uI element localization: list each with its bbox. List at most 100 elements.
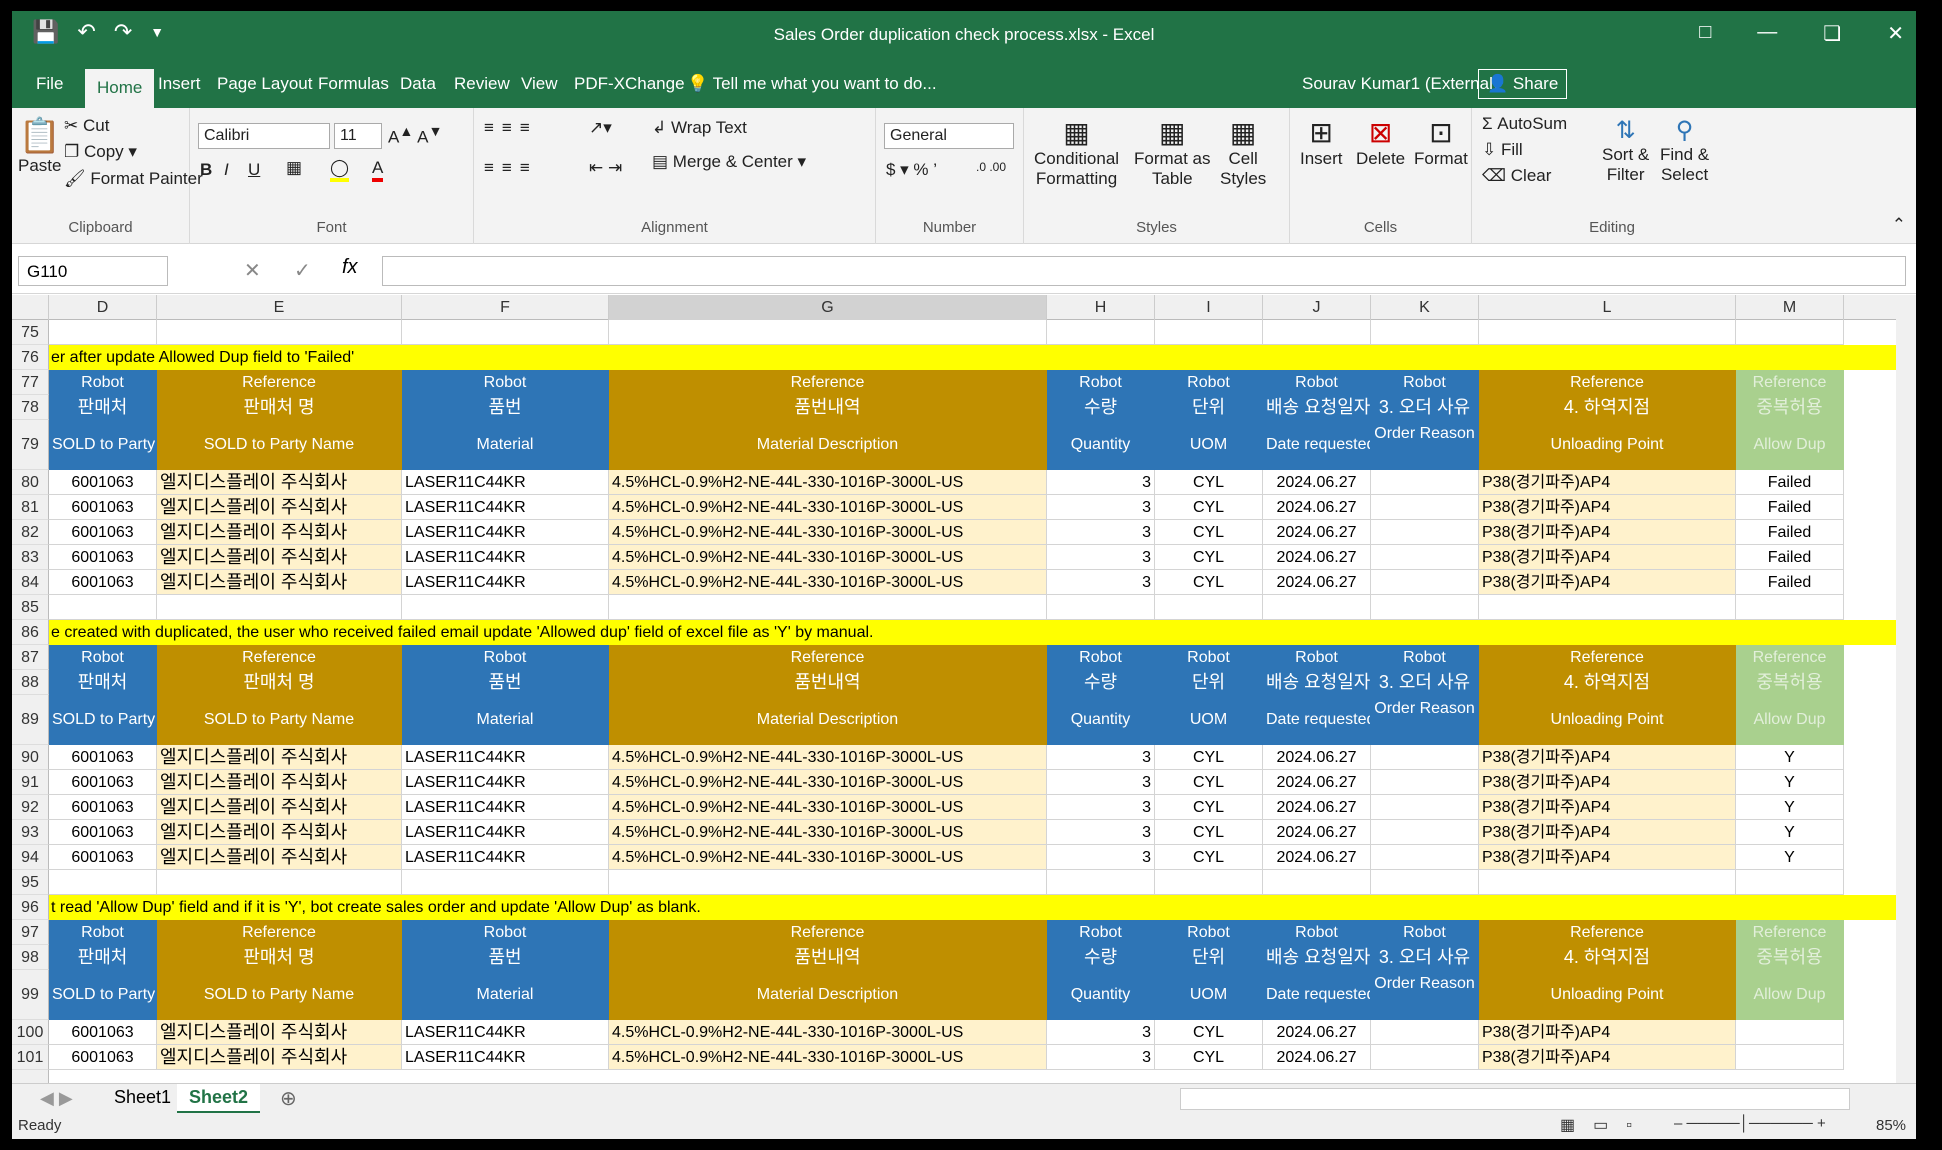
- data-cell[interactable]: 6001063: [49, 470, 157, 495]
- row-header[interactable]: 97: [12, 920, 49, 945]
- data-cell[interactable]: [1371, 545, 1479, 570]
- ribbon-display-icon[interactable]: □: [1699, 21, 1711, 46]
- data-cell[interactable]: 4.5%HCL-0.9%H2-NE-44L-330-1016P-3000L-US: [609, 770, 1047, 795]
- data-cell[interactable]: LASER11C44KR: [402, 470, 609, 495]
- cell[interactable]: [1479, 870, 1736, 895]
- format-cells-button[interactable]: ⊡ Format: [1414, 116, 1468, 169]
- data-cell[interactable]: [1371, 495, 1479, 520]
- header-cell[interactable]: Unloading Point: [1479, 970, 1736, 1020]
- tab-home[interactable]: Home: [85, 69, 155, 108]
- data-cell[interactable]: CYL: [1155, 570, 1263, 595]
- underline-icon[interactable]: U: [248, 160, 260, 180]
- font-name-select[interactable]: Calibri: [198, 123, 330, 149]
- sort-filter-button[interactable]: ⇅ Sort & Filter: [1602, 116, 1649, 185]
- data-cell[interactable]: 3: [1047, 845, 1155, 870]
- cell[interactable]: [1155, 320, 1263, 345]
- header-cell[interactable]: SOLD to Party Name: [157, 970, 402, 1020]
- data-cell[interactable]: 6001063: [49, 520, 157, 545]
- header-cell[interactable]: Reference: [157, 370, 402, 395]
- row-header[interactable]: 75: [12, 320, 49, 345]
- data-cell[interactable]: CYL: [1155, 1045, 1263, 1070]
- cut-button[interactable]: ✂ Cut: [64, 116, 109, 136]
- tab-view[interactable]: View: [521, 74, 558, 94]
- row-header[interactable]: 92: [12, 795, 49, 820]
- cell[interactable]: [402, 595, 609, 620]
- cell[interactable]: [1047, 595, 1155, 620]
- header-cell[interactable]: Reference: [1736, 920, 1844, 945]
- data-cell[interactable]: [1736, 1020, 1844, 1045]
- header-cell[interactable]: Robot: [1155, 645, 1263, 670]
- data-cell[interactable]: P38(경기파주)AP4: [1479, 795, 1736, 820]
- cell-styles-button[interactable]: ▦ Cell Styles: [1220, 116, 1266, 189]
- header-cell[interactable]: Quantity: [1047, 695, 1155, 745]
- header-cell[interactable]: Date requested: [1263, 695, 1371, 745]
- data-cell[interactable]: 3: [1047, 520, 1155, 545]
- header-cell[interactable]: 판매처 명: [157, 670, 402, 695]
- column-header[interactable]: G: [609, 295, 1047, 320]
- share-button[interactable]: 👤 Share: [1478, 69, 1568, 99]
- row-header[interactable]: 85: [12, 595, 49, 620]
- cell[interactable]: [609, 320, 1047, 345]
- data-cell[interactable]: 2024.06.27: [1263, 1020, 1371, 1045]
- zoom-slider[interactable]: – ─────│────── +: [1674, 1115, 1826, 1132]
- header-cell[interactable]: Material Description: [609, 420, 1047, 470]
- find-select-button[interactable]: ⚲ Find & Select: [1660, 116, 1709, 185]
- data-cell[interactable]: 엘지디스플레이 주식회사: [157, 470, 402, 495]
- data-cell[interactable]: 엘지디스플레이 주식회사: [157, 845, 402, 870]
- cell[interactable]: [1047, 870, 1155, 895]
- header-cell[interactable]: 3. 오더 사유: [1371, 670, 1479, 695]
- header-cell[interactable]: Quantity: [1047, 970, 1155, 1020]
- collapse-ribbon-icon[interactable]: ⌃: [1892, 215, 1906, 235]
- bold-icon[interactable]: B: [200, 160, 212, 180]
- formula-input[interactable]: [382, 256, 1906, 286]
- clear-button[interactable]: ⌫ Clear: [1482, 166, 1551, 186]
- cell[interactable]: [609, 870, 1047, 895]
- cell[interactable]: [1371, 320, 1479, 345]
- header-cell[interactable]: 중복허용: [1736, 670, 1844, 695]
- header-cell[interactable]: Allow Dup: [1736, 420, 1844, 470]
- data-cell[interactable]: [1371, 520, 1479, 545]
- data-cell[interactable]: 4.5%HCL-0.9%H2-NE-44L-330-1016P-3000L-US: [609, 845, 1047, 870]
- cell[interactable]: [609, 595, 1047, 620]
- header-cell[interactable]: Order Reason: [1371, 695, 1479, 745]
- data-cell[interactable]: 4.5%HCL-0.9%H2-NE-44L-330-1016P-3000L-US: [609, 545, 1047, 570]
- data-cell[interactable]: 4.5%HCL-0.9%H2-NE-44L-330-1016P-3000L-US: [609, 1045, 1047, 1070]
- data-cell[interactable]: P38(경기파주)AP4: [1479, 1045, 1736, 1070]
- cell[interactable]: [49, 595, 157, 620]
- spreadsheet-grid[interactable]: D E F G H I J K L M 75 76 er after update Allowed Du…: [12, 295, 1896, 1083]
- cell[interactable]: [1047, 320, 1155, 345]
- data-cell[interactable]: [1371, 470, 1479, 495]
- header-cell[interactable]: SOLD to Party: [49, 420, 157, 470]
- row-header[interactable]: 87: [12, 645, 49, 670]
- row-header[interactable]: 82: [12, 520, 49, 545]
- header-cell[interactable]: 배송 요청일자: [1263, 670, 1371, 695]
- merge-center-button[interactable]: ▤ Merge & Center ▾: [652, 152, 806, 172]
- header-cell[interactable]: 판매처 명: [157, 945, 402, 970]
- header-cell[interactable]: Robot: [1263, 920, 1371, 945]
- data-cell[interactable]: CYL: [1155, 520, 1263, 545]
- view-icons[interactable]: ▦▭▫: [1560, 1115, 1650, 1135]
- cell[interactable]: [1479, 320, 1736, 345]
- data-cell[interactable]: P38(경기파주)AP4: [1479, 495, 1736, 520]
- header-cell[interactable]: 품번내역: [609, 945, 1047, 970]
- data-cell[interactable]: 엘지디스플레이 주식회사: [157, 570, 402, 595]
- row-header[interactable]: 78: [12, 395, 49, 420]
- horizontal-align-icons[interactable]: ≡≡≡: [484, 158, 538, 178]
- number-format-select[interactable]: General: [884, 123, 1014, 149]
- header-cell[interactable]: 3. 오더 사유: [1371, 945, 1479, 970]
- header-cell[interactable]: 중복허용: [1736, 395, 1844, 420]
- header-cell[interactable]: Robot: [1047, 920, 1155, 945]
- data-cell[interactable]: 6001063: [49, 770, 157, 795]
- header-cell[interactable]: SOLD to Party Name: [157, 695, 402, 745]
- data-cell[interactable]: 2024.06.27: [1263, 1045, 1371, 1070]
- borders-icon[interactable]: ▦: [286, 158, 302, 178]
- data-cell[interactable]: P38(경기파주)AP4: [1479, 845, 1736, 870]
- data-cell[interactable]: [1371, 795, 1479, 820]
- data-cell[interactable]: CYL: [1155, 820, 1263, 845]
- data-cell[interactable]: 2024.06.27: [1263, 770, 1371, 795]
- header-cell[interactable]: 3. 오더 사유: [1371, 395, 1479, 420]
- row-header[interactable]: [12, 1070, 49, 1083]
- sheet-nav-icon[interactable]: ◀ ▶: [40, 1088, 73, 1109]
- data-cell[interactable]: P38(경기파주)AP4: [1479, 520, 1736, 545]
- data-cell[interactable]: 3: [1047, 545, 1155, 570]
